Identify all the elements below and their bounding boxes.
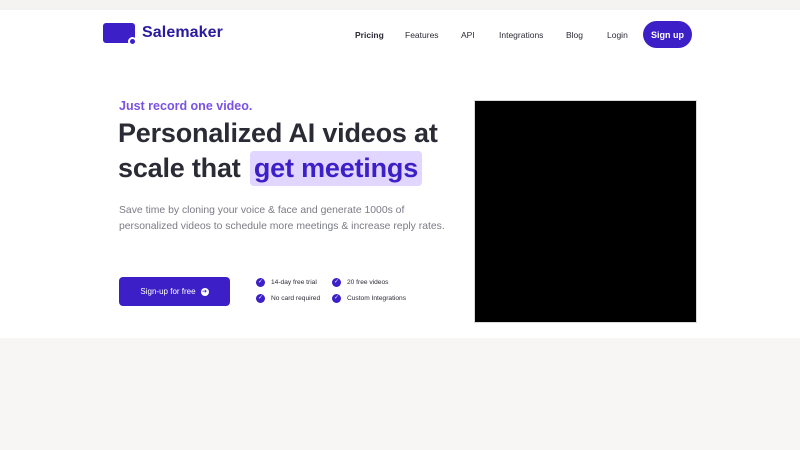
- signup-free-label: Sign-up for free: [140, 287, 196, 296]
- feature-label: 20 free videos: [347, 279, 389, 286]
- feature-label: 14-day free trial: [271, 279, 317, 286]
- hero-headline: Personalized AI videos at scale that get…: [118, 116, 438, 187]
- feature-label: Custom Integrations: [347, 295, 407, 302]
- check-circle-icon: ✓: [332, 278, 341, 287]
- signup-button[interactable]: Sign up: [643, 21, 692, 48]
- feature-item: ✓ 20 free videos: [332, 278, 388, 287]
- nav-login[interactable]: Login: [607, 30, 628, 40]
- check-circle-icon: ✓: [332, 294, 341, 303]
- nav-features[interactable]: Features: [405, 30, 439, 40]
- hero-eyebrow: Just record one video.: [119, 99, 253, 113]
- feature-item: ✓ Custom Integrations: [332, 294, 406, 303]
- headline-line-2: scale that get meetings: [118, 151, 438, 187]
- main-nav: Pricing Features API Integrations Blog L…: [0, 10, 800, 58]
- nav-integrations[interactable]: Integrations: [499, 30, 543, 40]
- signup-free-button[interactable]: Sign-up for free ➜: [119, 277, 230, 306]
- top-strip: [0, 0, 800, 10]
- headline-highlight: get meetings: [249, 151, 423, 187]
- check-circle-icon: ✓: [256, 294, 265, 303]
- nav-api[interactable]: API: [461, 30, 475, 40]
- check-circle-icon: ✓: [256, 278, 265, 287]
- feature-item: ✓ 14-day free trial: [256, 278, 317, 287]
- nav-blog[interactable]: Blog: [566, 30, 583, 40]
- headline-line-1: Personalized AI videos at: [118, 118, 438, 148]
- hero-subtext: Save time by cloning your voice & face a…: [119, 205, 445, 232]
- video-player[interactable]: [474, 100, 697, 323]
- feature-label: No card required: [271, 295, 321, 302]
- feature-item: ✓ No card required: [256, 294, 320, 303]
- nav-pricing[interactable]: Pricing: [355, 30, 384, 40]
- arrow-right-circle-icon: ➜: [200, 287, 209, 296]
- headline-prefix: scale that: [118, 153, 241, 183]
